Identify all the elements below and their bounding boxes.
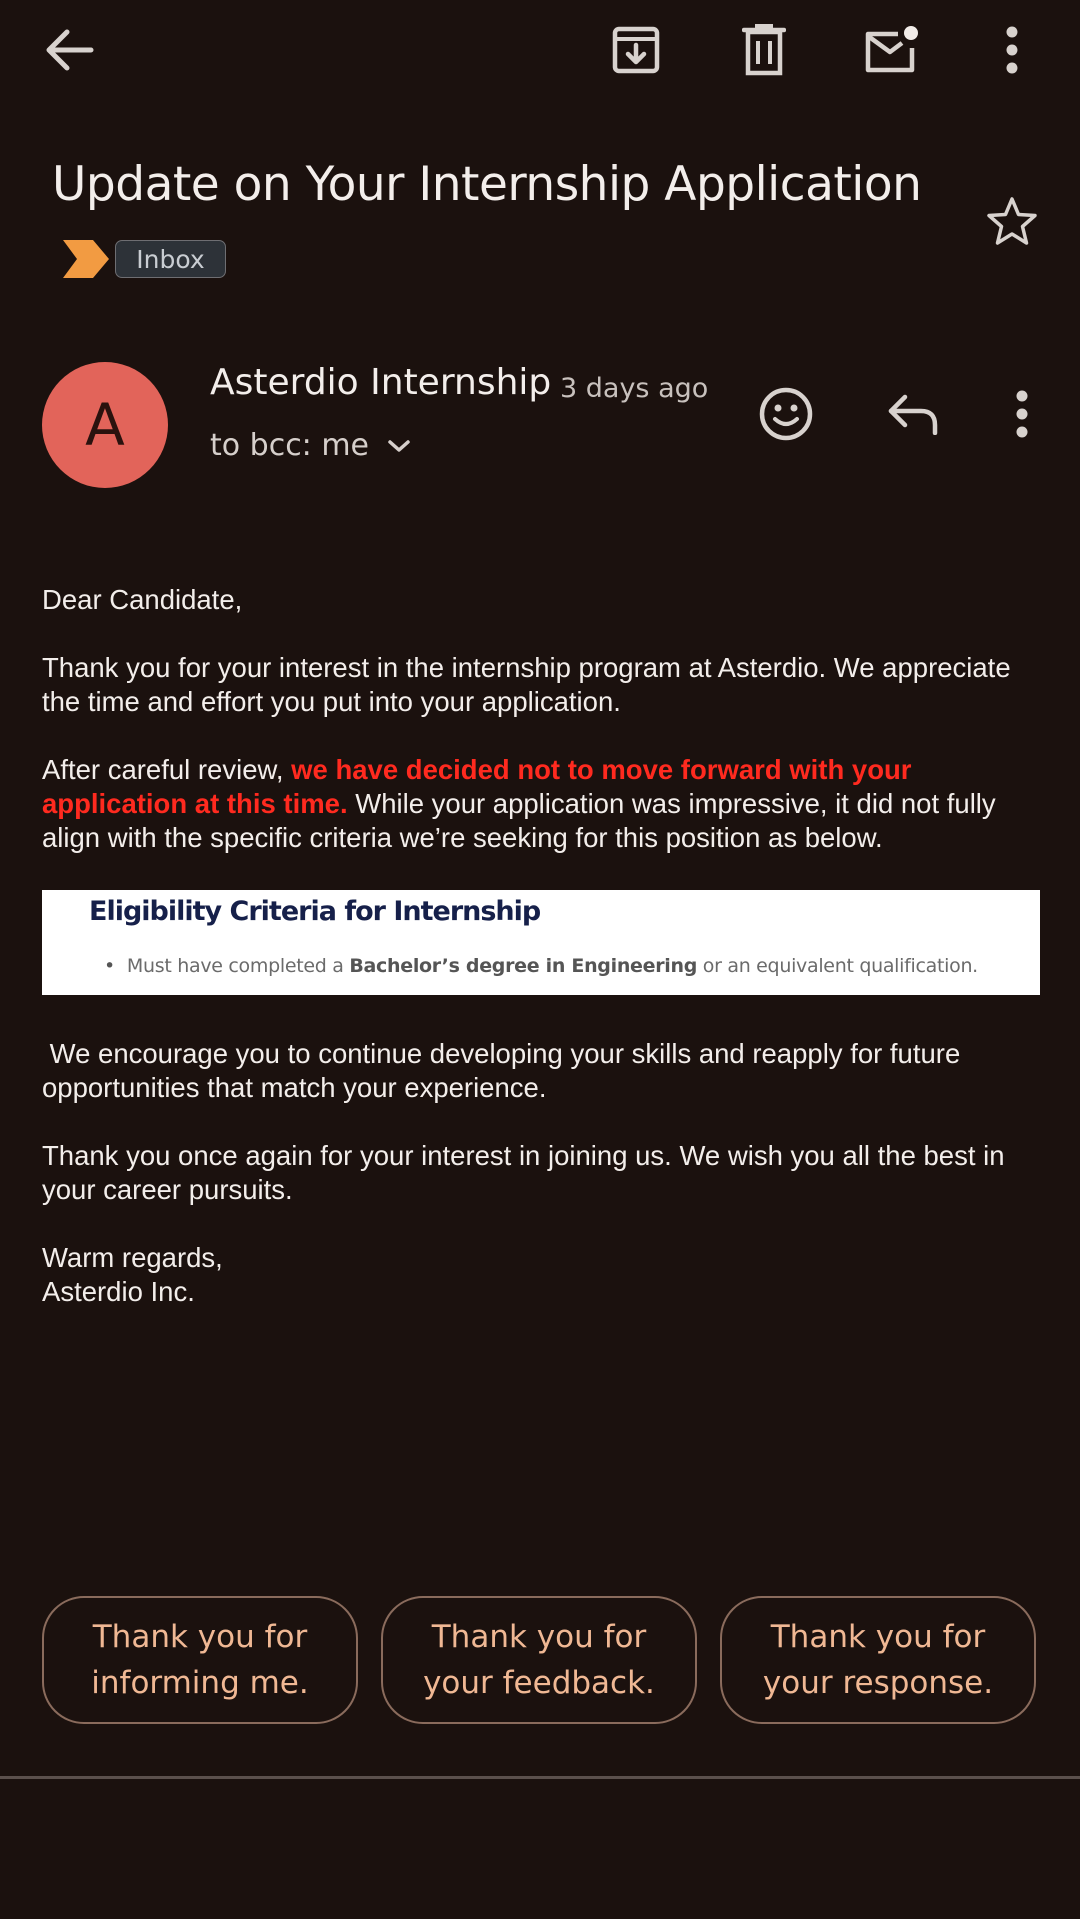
sender-name: Asterdio Internship: [210, 362, 552, 403]
inbox-label-chip[interactable]: Inbox: [115, 240, 226, 278]
star-button[interactable]: [986, 196, 1038, 251]
smart-reply-3[interactable]: Thank you for your response.: [720, 1596, 1036, 1724]
top-toolbar: [0, 0, 1080, 100]
criteria-title: Eligibility Criteria for Internship: [89, 896, 541, 927]
bullet-icon: •: [104, 955, 115, 977]
more-vert-icon: [1006, 26, 1018, 74]
sent-time: 3 days ago: [560, 373, 709, 404]
archive-button[interactable]: [600, 14, 672, 86]
body-paragraph-4: Thank you once again for your interest i…: [42, 1140, 1005, 1205]
add-reaction-button[interactable]: [750, 378, 822, 450]
arrow-left-icon: [46, 29, 94, 71]
archive-icon: [612, 26, 660, 74]
criteria-item-start: Must have completed a: [126, 955, 350, 977]
eligibility-criteria-image: Eligibility Criteria for Internship • Mus…: [42, 890, 1040, 995]
criteria-item-bold: Bachelor’s degree in Engineering: [349, 955, 698, 977]
body-paragraph-2: After careful review, we have decided no…: [42, 753, 1042, 855]
body-paragraph-1: Thank you for your interest in the inter…: [42, 652, 1011, 717]
smart-reply-2[interactable]: Thank you for your feedback.: [381, 1596, 697, 1724]
body-paragraph-3: We encourage you to continue developing …: [42, 1038, 968, 1103]
message-more-button[interactable]: [986, 378, 1058, 450]
trash-icon: [742, 24, 786, 76]
divider: [0, 1776, 1080, 1779]
greeting: Dear Candidate,: [42, 584, 243, 615]
smart-reply-1[interactable]: Thank you for informing me.: [42, 1596, 358, 1724]
important-marker[interactable]: [63, 240, 109, 283]
back-button[interactable]: [34, 14, 106, 86]
criteria-item: • Must have completed a Bachelor’s degree…: [104, 955, 978, 977]
more-vert-icon: [1016, 390, 1028, 438]
more-options-button[interactable]: [976, 14, 1048, 86]
delete-button[interactable]: [728, 14, 800, 86]
signoff: Warm regards,: [42, 1242, 223, 1273]
important-shape: [63, 240, 109, 278]
emoji-icon: [759, 387, 813, 441]
recipient-text: to bcc: me: [210, 428, 370, 463]
criteria-item-end: or an equivalent qualification.: [697, 955, 978, 977]
important-icon: [63, 240, 109, 278]
recipient-details-toggle[interactable]: to bcc: me: [210, 428, 411, 463]
email-subject: Update on Your Internship Application: [52, 157, 922, 212]
sender-avatar[interactable]: A: [42, 362, 168, 488]
p2-start: After careful review,: [42, 754, 292, 785]
chevron-down-icon: [388, 439, 410, 452]
reply-button[interactable]: [877, 378, 949, 450]
company-signature: Asterdio Inc.: [42, 1276, 195, 1307]
mark-unread-button[interactable]: [855, 14, 927, 86]
reply-icon: [888, 394, 938, 435]
mail-unread-icon: [865, 26, 918, 73]
star-icon: [987, 197, 1037, 245]
